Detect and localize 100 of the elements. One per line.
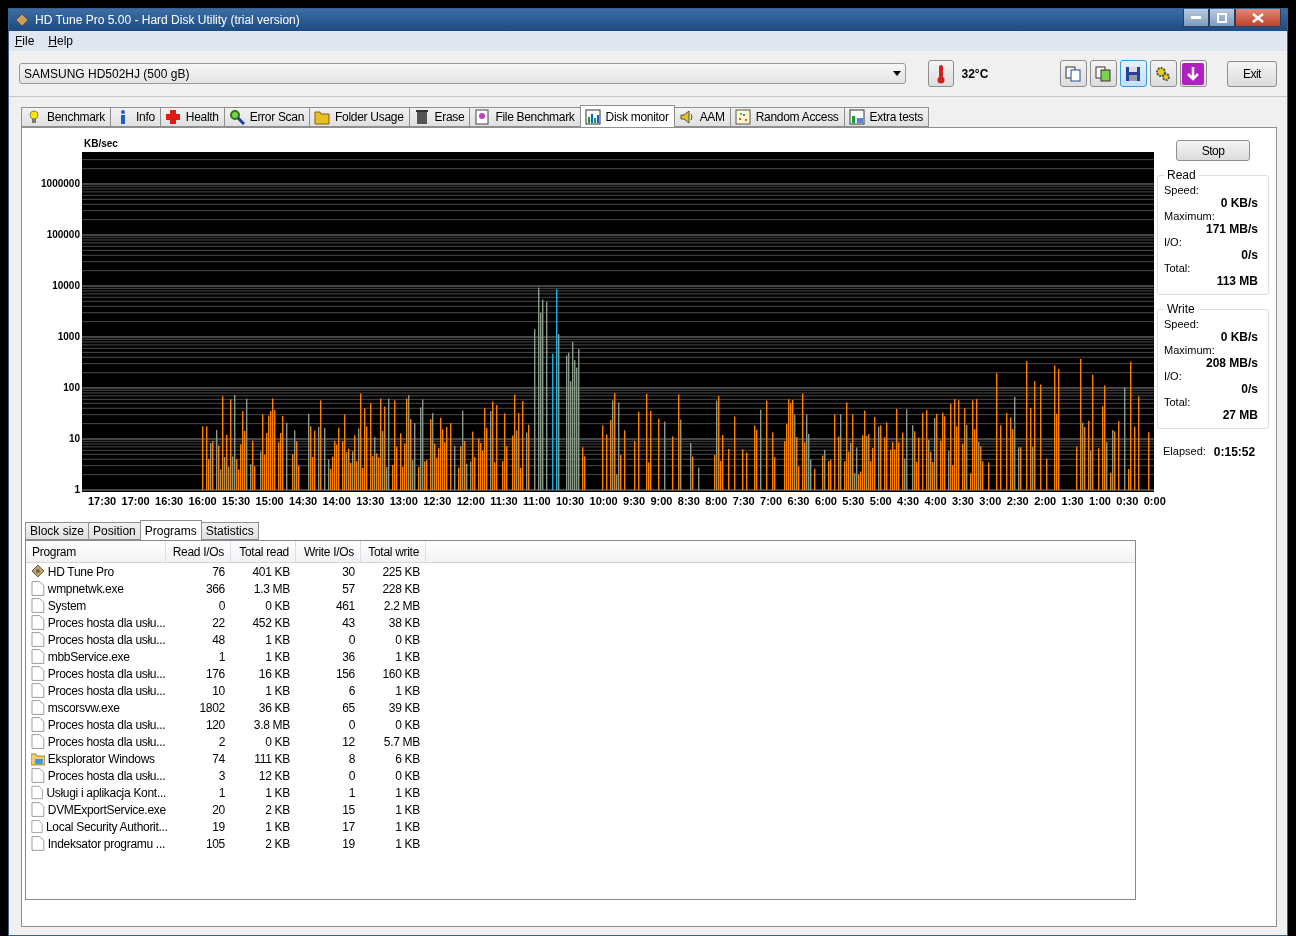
file-icon [31,683,45,698]
column-header[interactable]: Write I/Os [296,541,361,562]
toolbar-button[interactable] [1179,60,1207,87]
program-name: DVMExportService.exe [47,802,166,817]
tab[interactable]: Info [110,107,161,127]
maximize-button[interactable] [1209,9,1235,27]
table-cell-text: 1 [217,649,226,664]
speaker-icon [678,109,695,125]
program-name: Proces hosta dla usłu... [47,768,166,783]
maximum-label: Maximum: [1164,210,1215,222]
table-cell-text: 1 [217,785,226,800]
program-name: Proces hosta dla usłu... [47,632,166,647]
table-cell-text: 2 KB [264,802,291,817]
total-value: 113 MB [1216,274,1258,288]
x-axis-label: 15:00 [255,495,284,509]
toolbar-button[interactable] [1089,60,1117,87]
x-axis-label: 11:00 [523,495,551,509]
file-icon [31,785,44,800]
table-cell-text: 8 [347,751,356,766]
minimize-icon [1191,15,1201,20]
tab[interactable]: Block size [25,522,90,540]
tab[interactable]: Error Scan [223,107,311,127]
table-cell-text: 36 [341,649,356,664]
table-cell-text: 1 KB [264,632,291,647]
gears-icon [1154,64,1173,83]
x-axis-label: 1:30 [1061,495,1084,509]
toolbar-button[interactable] [1119,60,1147,87]
x-axis-label: 16:30 [155,495,184,509]
stop-button[interactable]: Stop [1176,140,1250,161]
table-cell-text: 48 [211,632,226,647]
tab[interactable]: Health [159,107,225,127]
maximum-label: Maximum: [1164,344,1215,356]
column-header[interactable]: Read I/Os [166,541,231,562]
table-cell-text: 12 [341,734,356,749]
maximize-icon [1217,12,1227,23]
temperature-button[interactable] [927,60,954,87]
table-cell-text: 16 KB [257,666,291,681]
table-cell-text: 1 [347,785,356,800]
x-axis-label: 14:30 [289,495,318,509]
elapsed-label: Elapsed: [1163,445,1206,457]
tab[interactable]: Statistics [200,522,259,540]
file-icon [31,768,45,783]
table-cell-text: 19 [341,836,356,851]
column-header[interactable]: Total write [361,541,426,562]
tab[interactable]: File Benchmark [469,107,581,127]
y-axis-label: 100000 [46,229,80,240]
table-cell-text: 366 [204,581,226,596]
toolbar-button[interactable] [1059,60,1087,87]
x-axis-label: 17:00 [121,495,150,509]
exit-button[interactable]: Exit [1226,60,1277,87]
tab[interactable]: Position [88,522,141,540]
speed-label: Speed: [1164,318,1199,330]
tab[interactable]: Random Access [729,107,845,127]
table-cell-text: 1 KB [264,683,291,698]
program-name: Proces hosta dla usłu... [47,683,166,698]
x-axis-label: 7:00 [760,495,783,509]
program-name: Proces hosta dla usłu... [47,666,166,681]
tab[interactable]: Benchmark [21,107,111,127]
total-label: Total: [1164,262,1191,274]
tab[interactable]: AAM [673,107,731,127]
table-cell-text: 15 [341,802,356,817]
table-cell-text: 65 [341,700,356,715]
x-axis-label: 12:30 [423,495,452,509]
table-cell-text: 10 [211,683,226,698]
table-cell-text: 0 [347,768,356,783]
program-name: wmpnetwk.exe [47,581,125,596]
tab[interactable]: Disk monitor [579,105,675,127]
table-cell-text: 1 KB [394,683,421,698]
tab[interactable]: Folder Usage [309,107,410,127]
table-cell-text: 0 KB [394,632,421,647]
document-icon [474,109,491,125]
table-cell-text: 22 [211,615,226,630]
menu-item[interactable]: File [15,34,35,48]
x-axis-label: 6:00 [814,495,837,509]
file-icon [31,836,45,851]
table-cell-text: 3 [217,768,226,783]
close-button[interactable] [1235,9,1281,27]
program-name: System [47,598,87,613]
x-axis-label: 0:30 [1116,495,1139,509]
program-name: HD Tune Pro [47,564,115,579]
minimize-button[interactable] [1183,9,1209,27]
table-cell-text: 20 [211,802,226,817]
column-header[interactable]: Total read [231,541,296,562]
window-title: HD Tune Pro 5.00 - Hard Disk Utility (trial version) [35,13,301,27]
x-axis-label: 9:30 [623,495,646,509]
drive-dropdown[interactable]: SAMSUNG HD502HJ (500 gB) [19,63,906,84]
tab[interactable]: Programs [139,520,202,540]
tab[interactable]: Extra tests [843,107,929,127]
tab[interactable]: Erase [408,107,471,127]
copy-icon [1064,64,1083,83]
menu-item[interactable]: Help [48,34,74,48]
table-cell-text: 2 KB [264,836,291,851]
column-header[interactable]: Program [26,541,166,562]
program-name: Usługi i aplikacja Kont... [46,785,166,800]
table-cell-text: 12 KB [257,768,291,783]
table-cell-text: 1.3 MB [252,581,291,596]
total-label: Total: [1164,396,1191,408]
folder-icon [31,751,45,766]
toolbar-button[interactable] [1149,60,1177,87]
program-name: Indeksator programu ... [47,836,166,851]
